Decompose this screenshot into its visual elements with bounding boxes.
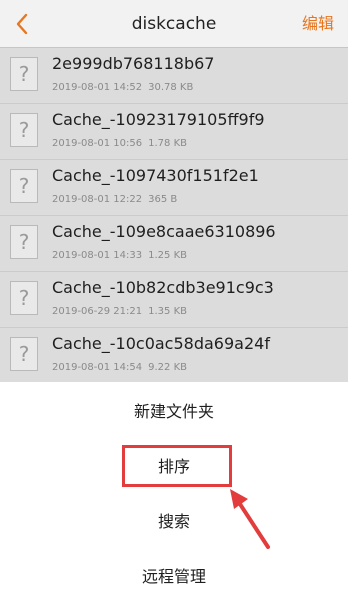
file-row[interactable]: ? Cache_-1097430f151f2e1 2019-08-01 12:2… [0,160,348,216]
file-row[interactable]: ? Cache_-10c0ac58da69a24f 2019-08-01 14:… [0,328,348,382]
file-size: 365 B [148,194,178,205]
file-date: 2019-08-01 14:33 [52,250,143,261]
file-row[interactable]: ? Cache_-10b82cdb3e91c9c3 2019-06-29 21:… [0,272,348,328]
file-row[interactable]: ? Cache_-10923179105ff9f9 2019-08-01 10:… [0,104,348,160]
file-row[interactable]: ? 2e999db768118b67 2019-08-01 14:52 30.78… [0,48,348,104]
unknown-file-icon: ? [10,57,38,91]
file-size: 9.22 KB [148,362,187,373]
file-date: 2019-08-01 10:56 [52,138,143,149]
file-size: 1.78 KB [148,138,187,149]
file-date: 2019-08-01 12:22 [52,194,143,205]
action-menu: 新建文件夹 排序 搜索 远程管理 [0,382,348,605]
file-name: Cache_-10923179105ff9f9 [52,110,265,129]
file-date: 2019-08-01 14:54 [52,362,143,373]
file-size: 1.25 KB [148,250,187,261]
unknown-file-icon: ? [10,337,38,371]
unknown-file-icon: ? [10,281,38,315]
file-name: 2e999db768118b67 [52,54,215,73]
file-meta: 2019-08-01 10:56 1.78 KB [52,138,187,149]
file-size: 1.35 KB [148,306,187,317]
file-meta: 2019-08-01 14:52 30.78 KB [52,82,193,93]
edit-button[interactable]: 编辑 [302,0,334,48]
screen: diskcache 编辑 ? 2e999db768118b67 2019-08-… [0,0,348,605]
unknown-file-icon: ? [10,169,38,203]
header: diskcache 编辑 [0,0,348,48]
unknown-file-icon: ? [10,113,38,147]
file-row[interactable]: ? Cache_-109e8caae6310896 2019-08-01 14:… [0,216,348,272]
file-date: 2019-06-29 21:21 [52,306,143,317]
sort-highlight-box [122,445,232,487]
file-meta: 2019-08-01 14:54 9.22 KB [52,362,187,373]
file-name: Cache_-10c0ac58da69a24f [52,334,270,353]
file-name: Cache_-109e8caae6310896 [52,222,276,241]
unknown-file-icon: ? [10,225,38,259]
new-folder-menu-item[interactable]: 新建文件夹 [0,392,348,432]
file-date: 2019-08-01 14:52 [52,82,143,93]
file-name: Cache_-10b82cdb3e91c9c3 [52,278,274,297]
file-size: 30.78 KB [148,82,194,93]
file-meta: 2019-08-01 14:33 1.25 KB [52,250,187,261]
search-menu-item[interactable]: 搜索 [0,502,348,542]
page-title: diskcache [131,14,217,34]
file-list: ? 2e999db768118b67 2019-08-01 14:52 30.78… [0,48,348,382]
file-meta: 2019-06-29 21:21 1.35 KB [52,306,187,317]
pointer-arrow-icon [230,489,270,549]
file-name: Cache_-1097430f151f2e1 [52,166,259,185]
remote-management-menu-item[interactable]: 远程管理 [0,557,348,597]
file-meta: 2019-08-01 12:22 365 B [52,194,177,205]
